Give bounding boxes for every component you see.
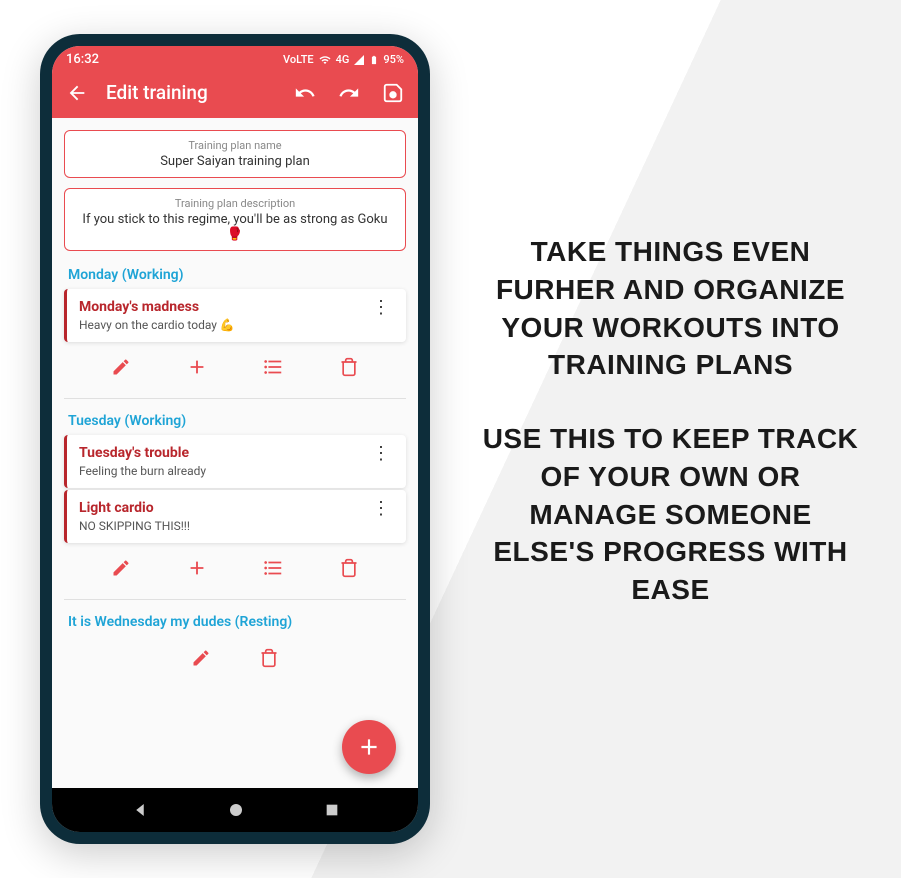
- day-header[interactable]: Monday (Working): [64, 261, 406, 289]
- divider: [64, 599, 406, 600]
- plus-icon: [186, 557, 208, 579]
- undo-icon: [294, 82, 316, 104]
- save-icon: [382, 82, 404, 104]
- add-button[interactable]: [186, 356, 208, 378]
- list-icon: [262, 557, 284, 579]
- workout-title: Monday's madness: [79, 299, 368, 315]
- workout-desc: Heavy on the cardio today 💪: [79, 318, 368, 332]
- phone-screen: 16:32 VoLTE 4G 95% Edit training: [52, 46, 418, 832]
- back-button[interactable]: [66, 82, 88, 104]
- save-button[interactable]: [382, 82, 404, 104]
- day-section-tuesday: Tuesday (Working) Tuesday's trouble Feel…: [64, 407, 406, 591]
- marketing-p2: Use this to keep track of your own or ma…: [480, 420, 861, 609]
- workout-desc: NO SKIPPING THIS!!!: [79, 519, 368, 533]
- add-button[interactable]: [186, 557, 208, 579]
- redo-button[interactable]: [338, 82, 360, 104]
- marketing-text: Take things even furher and organize you…: [480, 233, 861, 645]
- android-nav-bar: [52, 788, 418, 832]
- list-button[interactable]: [262, 557, 284, 579]
- delete-button[interactable]: [259, 648, 279, 668]
- trash-icon: [339, 357, 359, 377]
- workout-title: Light cardio: [79, 500, 368, 516]
- more-button[interactable]: ⋮: [368, 500, 394, 519]
- app-bar: Edit training: [52, 71, 418, 118]
- undo-button[interactable]: [294, 82, 316, 104]
- trash-icon: [259, 648, 279, 668]
- day-actions: [64, 545, 406, 591]
- more-button[interactable]: ⋮: [368, 299, 394, 318]
- status-time: 16:32: [66, 52, 99, 67]
- name-value: Super Saiyan training plan: [77, 154, 393, 169]
- more-button[interactable]: ⋮: [368, 445, 394, 464]
- plus-icon: [186, 356, 208, 378]
- list-button[interactable]: [262, 356, 284, 378]
- day-header[interactable]: Tuesday (Working): [64, 407, 406, 435]
- fab-add-button[interactable]: [342, 720, 396, 774]
- signal-label: 4G: [336, 53, 350, 66]
- day-section-monday: Monday (Working) Monday's madness Heavy …: [64, 261, 406, 390]
- day-section-wednesday: It is Wednesday my dudes (Resting): [64, 608, 406, 680]
- circle-icon: [227, 801, 245, 819]
- pencil-icon: [111, 357, 131, 377]
- divider: [64, 398, 406, 399]
- pencil-icon: [111, 558, 131, 578]
- marketing-p1: Take things even furher and organize you…: [480, 233, 861, 384]
- nav-back-button[interactable]: [131, 801, 149, 819]
- nav-home-button[interactable]: [227, 801, 245, 819]
- desc-value: If you stick to this regime, you'll be a…: [77, 212, 393, 242]
- content-area: Training plan name Super Saiyan training…: [52, 118, 418, 788]
- training-description-input[interactable]: Training plan description If you stick t…: [64, 188, 406, 251]
- day-actions: [64, 636, 406, 680]
- battery-icon: [369, 53, 379, 67]
- arrow-left-icon: [66, 82, 88, 104]
- square-icon: [324, 802, 340, 818]
- phone-frame: 16:32 VoLTE 4G 95% Edit training: [40, 34, 430, 844]
- desc-label: Training plan description: [77, 197, 393, 210]
- day-header[interactable]: It is Wednesday my dudes (Resting): [64, 608, 406, 636]
- workout-card[interactable]: Tuesday's trouble Feeling the burn alrea…: [64, 435, 406, 488]
- delete-button[interactable]: [339, 558, 359, 578]
- status-bar: 16:32 VoLTE 4G 95%: [52, 46, 418, 71]
- network-label: VoLTE: [283, 53, 314, 66]
- triangle-icon: [131, 801, 149, 819]
- workout-desc: Feeling the burn already: [79, 464, 368, 478]
- nav-recent-button[interactable]: [324, 802, 340, 818]
- edit-button[interactable]: [111, 558, 131, 578]
- training-name-input[interactable]: Training plan name Super Saiyan training…: [64, 130, 406, 178]
- edit-button[interactable]: [111, 357, 131, 377]
- pencil-icon: [191, 648, 211, 668]
- status-indicators: VoLTE 4G 95%: [283, 53, 404, 67]
- plus-icon: [356, 734, 382, 760]
- day-actions: [64, 344, 406, 390]
- workout-title: Tuesday's trouble: [79, 445, 368, 461]
- signal-icon: [353, 54, 365, 66]
- name-label: Training plan name: [77, 139, 393, 152]
- edit-button[interactable]: [191, 648, 211, 668]
- battery-label: 95%: [383, 53, 404, 66]
- list-icon: [262, 356, 284, 378]
- workout-card[interactable]: Light cardio NO SKIPPING THIS!!! ⋮: [64, 490, 406, 543]
- wifi-icon: [318, 54, 332, 66]
- redo-icon: [338, 82, 360, 104]
- trash-icon: [339, 558, 359, 578]
- workout-card[interactable]: Monday's madness Heavy on the cardio tod…: [64, 289, 406, 342]
- delete-button[interactable]: [339, 357, 359, 377]
- app-bar-title: Edit training: [106, 81, 276, 104]
